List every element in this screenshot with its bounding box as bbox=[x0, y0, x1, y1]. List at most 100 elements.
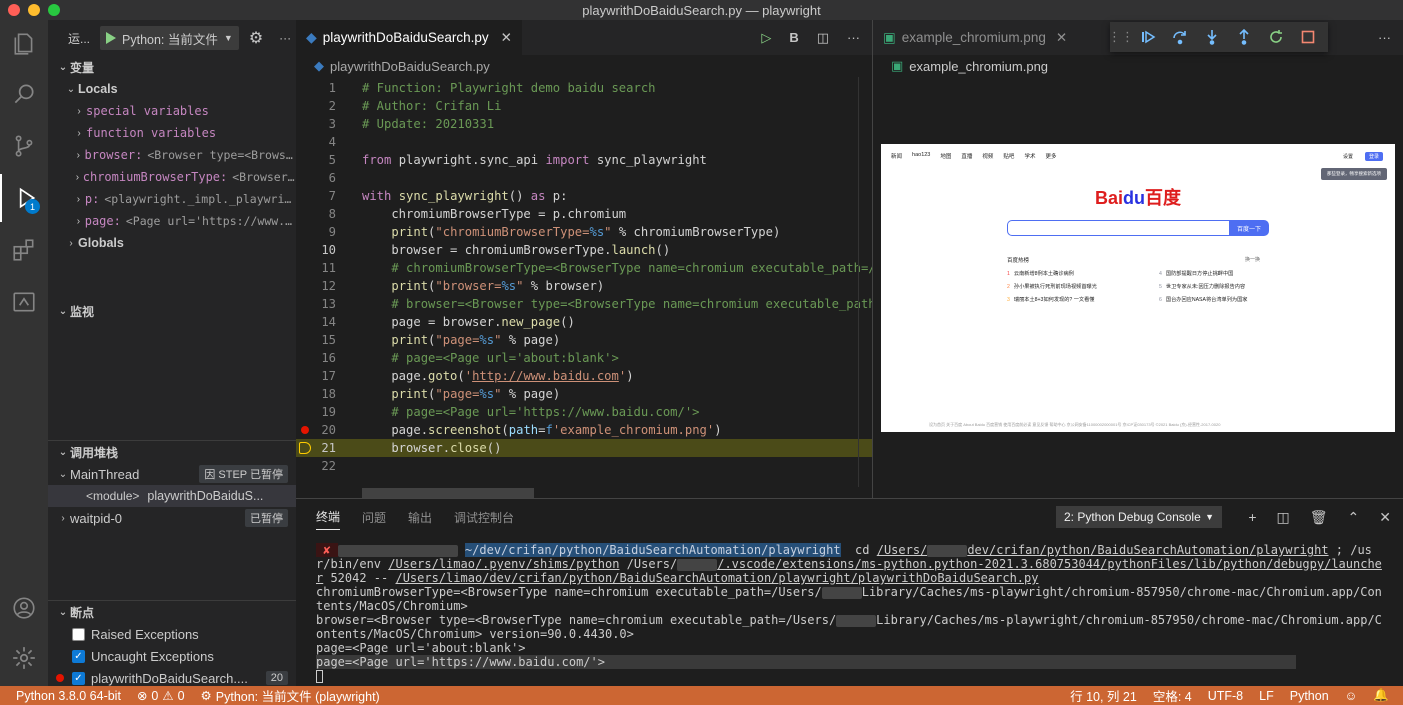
close-icon[interactable]: ✕ bbox=[501, 30, 512, 46]
breadcrumb[interactable]: ◆ playwrithDoBaiduSearch.py bbox=[296, 55, 872, 77]
variable-row[interactable]: › special variables bbox=[48, 100, 296, 122]
checkbox-checked[interactable]: ✓ bbox=[72, 649, 85, 663]
encoding[interactable]: UTF-8 bbox=[1200, 689, 1251, 703]
run-debug-icon[interactable]: 1 bbox=[0, 174, 48, 222]
code-line[interactable]: 5 from playwright.sync_api import sync_pl… bbox=[296, 151, 872, 169]
locals-scope[interactable]: ⌄ Locals bbox=[48, 78, 296, 100]
tab-python-file[interactable]: ◆ playwrithDoBaiduSearch.py ✕ bbox=[296, 20, 522, 55]
more-actions-icon[interactable]: ··· bbox=[279, 31, 291, 45]
new-terminal-icon[interactable]: + bbox=[1248, 509, 1256, 525]
baidu-hot-item: 1 云南新增8例本土确诊病例 bbox=[1007, 270, 1131, 277]
source-control-icon[interactable] bbox=[0, 122, 48, 170]
code-line[interactable]: 2 # Author: Crifan Li bbox=[296, 97, 872, 115]
debug-config-indicator[interactable]: ⚙ Python: 当前文件 (playwright) bbox=[193, 686, 388, 705]
variable-row[interactable]: ›chromiumBrowserType: <BrowserT... bbox=[48, 166, 296, 188]
code-line[interactable]: 21 browser.close() bbox=[296, 439, 872, 457]
kill-terminal-icon[interactable]: 🗑 bbox=[1310, 509, 1328, 526]
language-mode[interactable]: Python bbox=[1282, 689, 1337, 703]
more-actions-icon[interactable]: ··· bbox=[847, 30, 860, 45]
code-line[interactable]: 17 page.goto('http://www.baidu.com') bbox=[296, 367, 872, 385]
watch-section-header[interactable]: ⌄ 监视 bbox=[48, 300, 296, 322]
close-window-button[interactable] bbox=[8, 4, 20, 16]
checkbox[interactable] bbox=[72, 627, 85, 641]
terminal-output[interactable]: ✘ ~/dev/crifan/python/BaiduSearchAutomat… bbox=[316, 543, 1386, 683]
variable-row[interactable]: › p: <playwright._impl._playwrig... bbox=[48, 188, 296, 210]
run-file-icon[interactable]: ▷ bbox=[761, 30, 771, 46]
tab-output[interactable]: 输出 bbox=[408, 509, 432, 526]
problems-indicator[interactable]: ⊗ 0 ⚠ 0 bbox=[129, 688, 193, 704]
code-line[interactable]: 19 # page=<Page url='https://www.baidu.c… bbox=[296, 403, 872, 421]
code-line[interactable]: 8 chromiumBrowserType = p.chromium bbox=[296, 205, 872, 223]
notifications-bell-icon[interactable]: 🔔 bbox=[1365, 688, 1403, 703]
breadcrumb[interactable]: ▣ example_chromium.png bbox=[873, 55, 1403, 77]
minimize-window-button[interactable] bbox=[28, 4, 40, 16]
variables-section-header[interactable]: ⌄ 变量 bbox=[48, 56, 296, 78]
maximize-panel-icon[interactable]: ⌃ bbox=[1348, 509, 1360, 526]
code-line[interactable]: 4 bbox=[296, 133, 872, 151]
split-terminal-icon[interactable]: ◫ bbox=[1277, 509, 1290, 526]
search-icon[interactable] bbox=[0, 70, 48, 118]
start-debugging-icon[interactable] bbox=[106, 32, 117, 44]
tab-terminal[interactable]: 终端 bbox=[316, 508, 341, 530]
code-line[interactable]: 22 bbox=[296, 457, 872, 475]
breakpoint-uncaught-exceptions[interactable]: ✓ Uncaught Exceptions bbox=[48, 645, 296, 667]
code-line[interactable]: 13 # browser=<Browser type=<BrowserType … bbox=[296, 295, 872, 313]
run-config-selector[interactable]: Python: 当前文件 ▼ bbox=[100, 26, 239, 50]
close-panel-icon[interactable]: ✕ bbox=[1379, 509, 1391, 526]
more-actions-icon[interactable]: ··· bbox=[1378, 30, 1391, 45]
indentation[interactable]: 空格: 4 bbox=[1145, 686, 1200, 705]
terminal-selector[interactable]: 2: Python Debug Console ▼ bbox=[1056, 506, 1222, 528]
drag-handle-icon[interactable]: ⋮⋮ bbox=[1108, 22, 1134, 52]
bold-b-button[interactable]: B bbox=[789, 30, 798, 45]
remote-explorer-icon[interactable] bbox=[0, 278, 48, 326]
stop-icon[interactable] bbox=[1292, 22, 1324, 52]
maximize-window-button[interactable] bbox=[48, 4, 60, 16]
code-line[interactable]: 3 # Update: 20210331 bbox=[296, 115, 872, 133]
python-interpreter[interactable]: Python 3.8.0 64-bit bbox=[0, 689, 129, 703]
breakpoints-section-header[interactable]: ⌄ 断点 bbox=[48, 601, 296, 623]
code-line[interactable]: 6 bbox=[296, 169, 872, 187]
step-over-icon[interactable] bbox=[1164, 22, 1196, 52]
code-line[interactable]: 10 browser = chromiumBrowserType.launch(… bbox=[296, 241, 872, 259]
code-line[interactable]: 20 page.screenshot(path=f'example_chromi… bbox=[296, 421, 872, 439]
split-editor-icon[interactable]: ◫ bbox=[817, 30, 829, 46]
code-line[interactable]: 18 print("page=%s" % page) bbox=[296, 385, 872, 403]
code-line[interactable]: 1 # Function: Playwright demo baidu searc… bbox=[296, 79, 872, 97]
variable-row[interactable]: › browser: <Browser type=<Browse... bbox=[48, 144, 296, 166]
step-out-icon[interactable] bbox=[1228, 22, 1260, 52]
step-into-icon[interactable] bbox=[1196, 22, 1228, 52]
end-of-line[interactable]: LF bbox=[1251, 689, 1282, 703]
variable-row[interactable]: › page: <Page url='https://www.b... bbox=[48, 210, 296, 232]
code-line[interactable]: 11 # chromiumBrowserType=<BrowserType na… bbox=[296, 259, 872, 277]
checkbox-checked[interactable]: ✓ bbox=[72, 671, 85, 685]
code-line[interactable]: 12 print("browser=%s" % browser) bbox=[296, 277, 872, 295]
code-line[interactable]: 15 print("page=%s" % page) bbox=[296, 331, 872, 349]
stack-frame[interactable]: <module> playwrithDoBaiduS... bbox=[48, 485, 296, 507]
tab-debug-console[interactable]: 调试控制台 bbox=[454, 509, 514, 526]
continue-icon[interactable] bbox=[1132, 22, 1164, 52]
editor-scrollbar[interactable] bbox=[858, 77, 872, 487]
thread-waitpid[interactable]: › waitpid-0 已暂停 bbox=[48, 507, 296, 529]
code-editor[interactable]: 1 # Function: Playwright demo baidu searc… bbox=[296, 77, 872, 487]
code-line[interactable]: 9 print("chromiumBrowserType=%s" % chrom… bbox=[296, 223, 872, 241]
close-icon[interactable]: ✕ bbox=[1056, 30, 1067, 46]
explorer-icon[interactable] bbox=[0, 20, 48, 68]
restart-icon[interactable] bbox=[1260, 22, 1292, 52]
breakpoint-raised-exceptions[interactable]: Raised Exceptions bbox=[48, 623, 296, 645]
settings-gear-icon[interactable] bbox=[0, 634, 48, 682]
callstack-section-header[interactable]: ⌄ 调用堆栈 bbox=[48, 441, 296, 463]
horizontal-scrollbar[interactable] bbox=[362, 488, 534, 498]
variable-row[interactable]: › function variables bbox=[48, 122, 296, 144]
gear-icon[interactable]: ⚙ bbox=[249, 28, 263, 48]
extensions-icon[interactable] bbox=[0, 226, 48, 274]
tab-image-file[interactable]: ▣ example_chromium.png ✕ bbox=[873, 20, 1077, 55]
cursor-position[interactable]: 行 10, 列 21 bbox=[1062, 686, 1145, 705]
tab-problems[interactable]: 问题 bbox=[362, 509, 386, 526]
code-line[interactable]: 7 with sync_playwright() as p: bbox=[296, 187, 872, 205]
account-icon[interactable] bbox=[0, 584, 48, 632]
code-line[interactable]: 14 page = browser.new_page() bbox=[296, 313, 872, 331]
code-line[interactable]: 16 # page=<Page url='about:blank'> bbox=[296, 349, 872, 367]
feedback-icon[interactable]: ☺ bbox=[1337, 689, 1366, 703]
thread-main[interactable]: ⌄ MainThread 因 STEP 已暂停 bbox=[48, 463, 296, 485]
globals-scope[interactable]: › Globals bbox=[48, 232, 296, 254]
